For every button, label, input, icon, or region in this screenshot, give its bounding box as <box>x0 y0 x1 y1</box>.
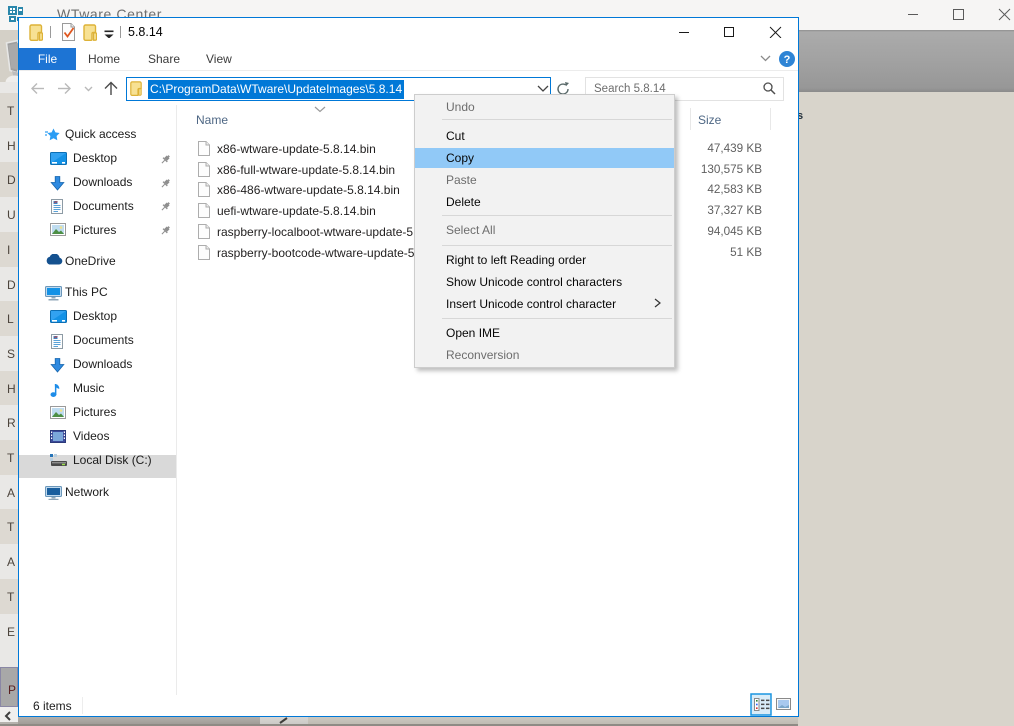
svg-text:?: ? <box>784 54 791 66</box>
